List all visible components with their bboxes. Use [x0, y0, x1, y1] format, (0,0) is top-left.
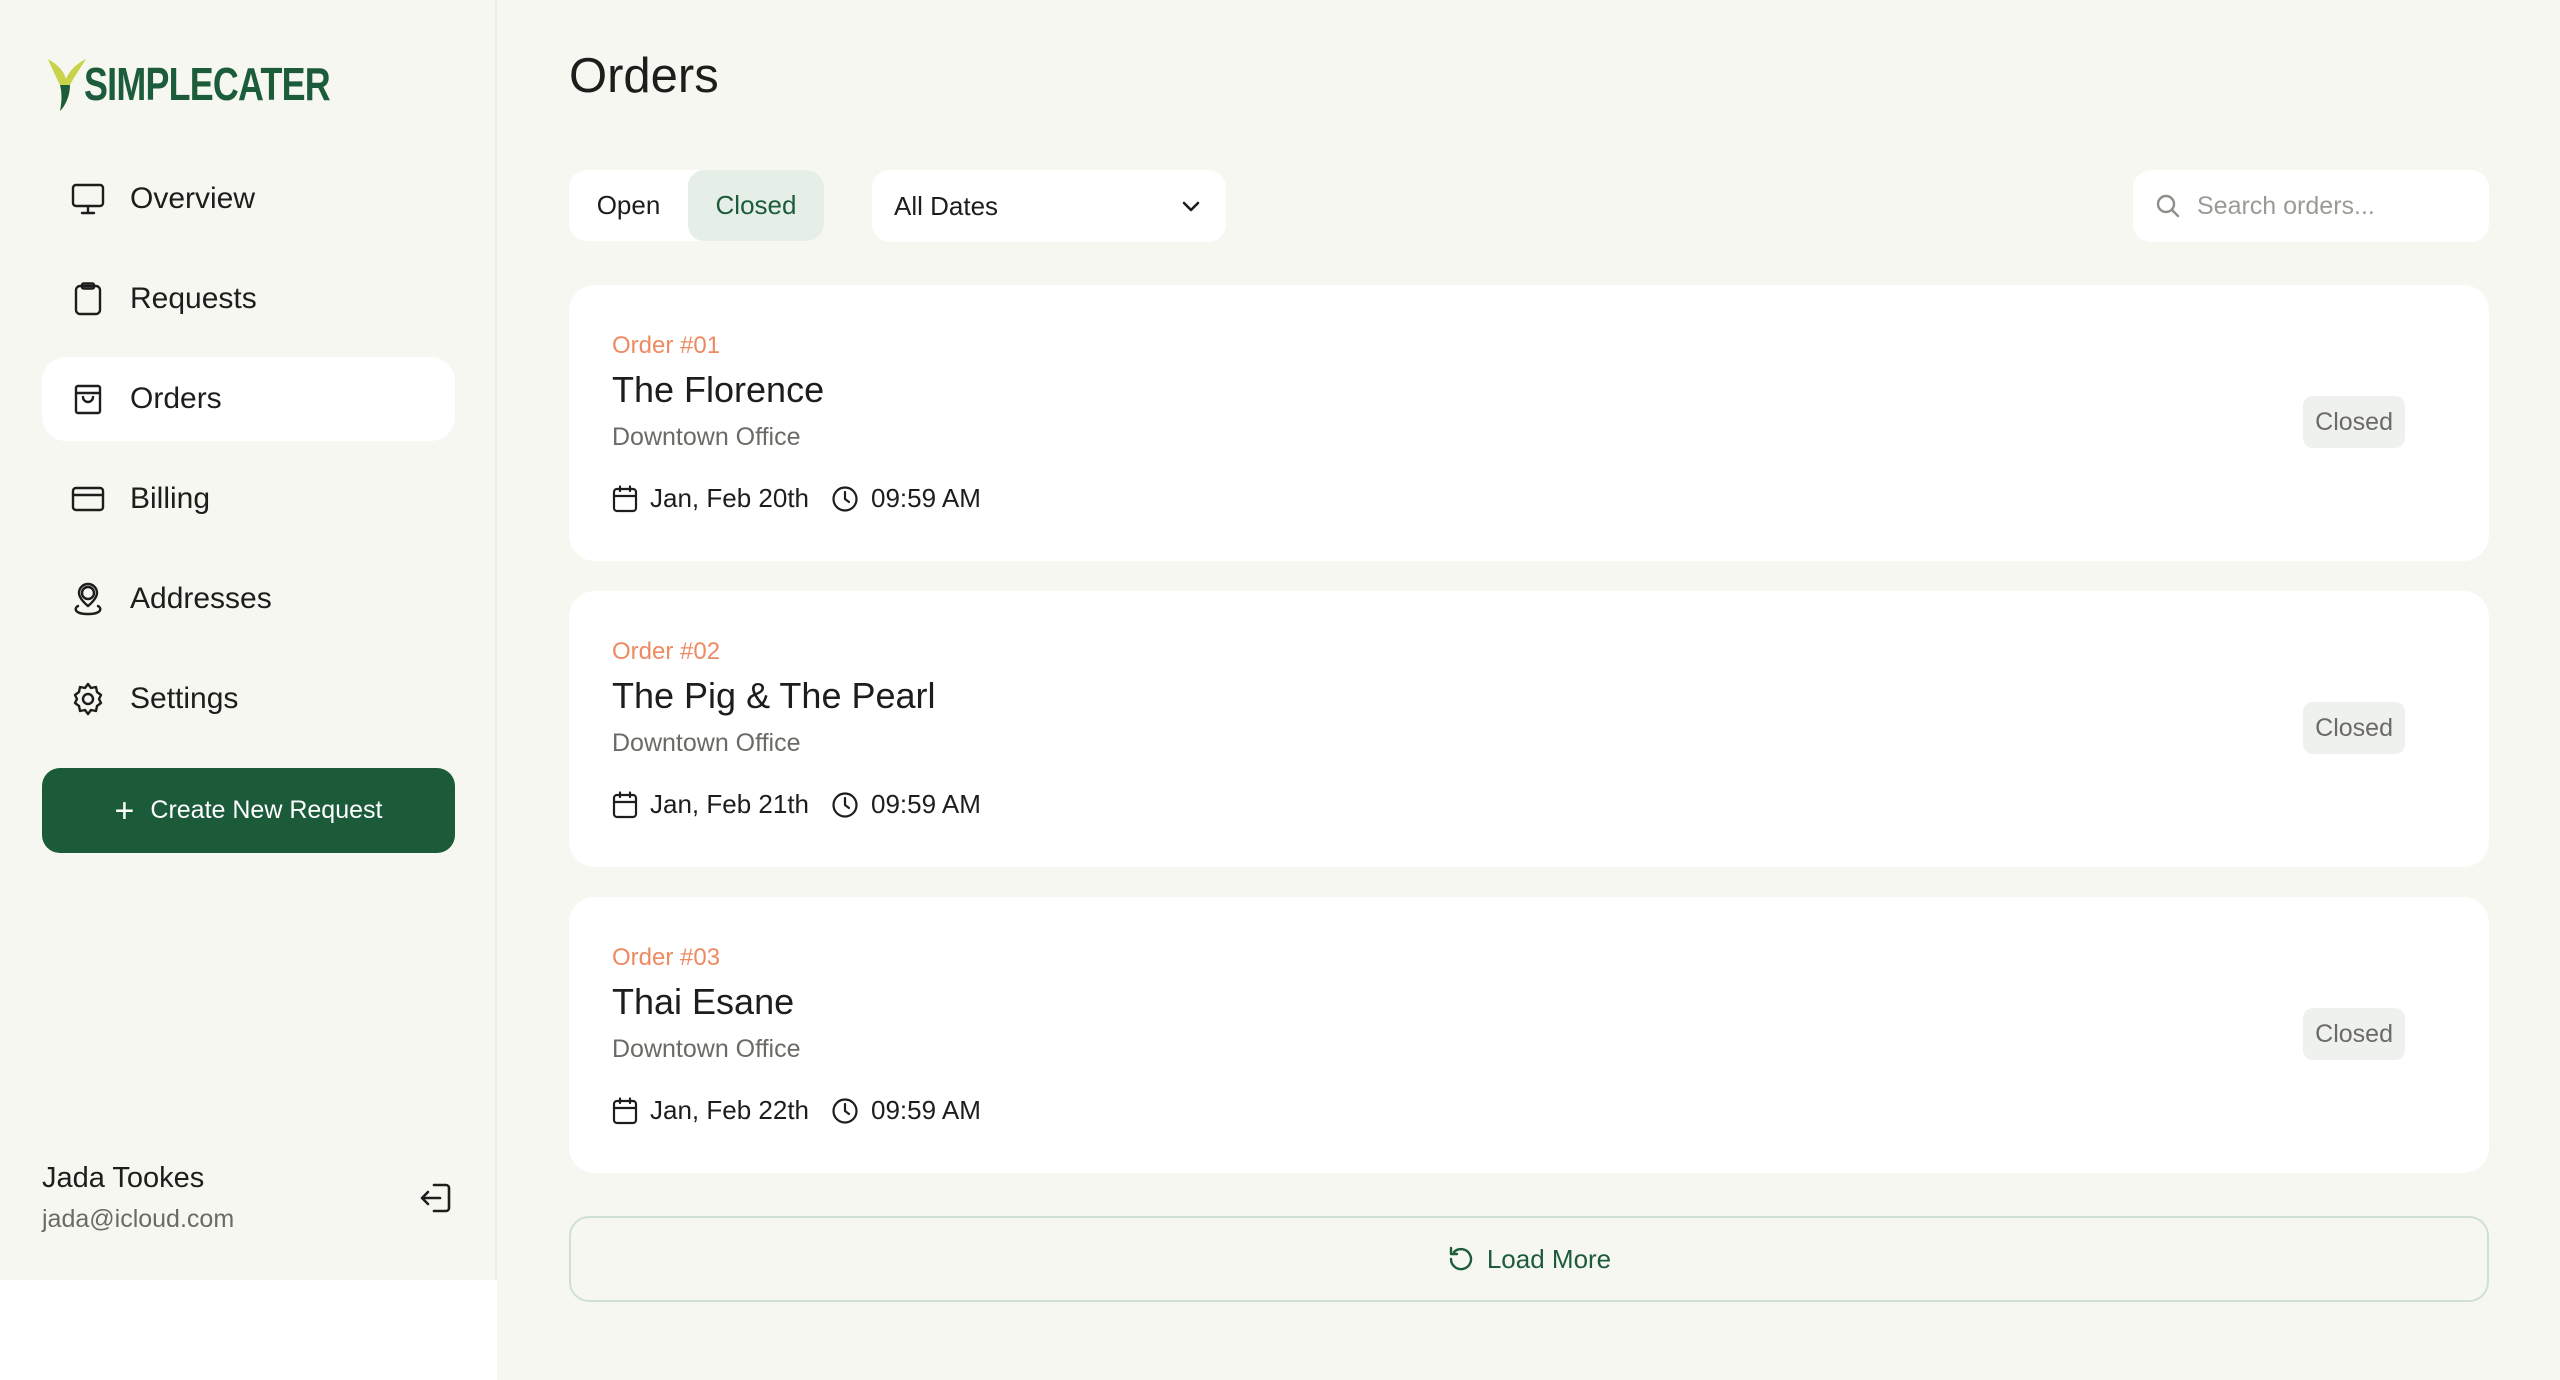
status-badge: Closed: [2303, 1008, 2405, 1060]
order-restaurant-name: The Pig & The Pearl: [612, 675, 936, 716]
tab-closed[interactable]: Closed: [688, 170, 824, 241]
status-filter-tabs: Open Closed: [569, 170, 824, 241]
create-new-request-button[interactable]: + Create New Request: [42, 768, 455, 853]
order-date-text: Jan, Feb 21th: [650, 789, 809, 819]
sidebar-item-orders[interactable]: Orders: [42, 357, 455, 441]
order-time: 09:59 AM: [831, 1095, 981, 1126]
brand-logo[interactable]: SIMPLECATER: [44, 54, 399, 114]
monitor-icon: [70, 181, 106, 217]
logout-icon[interactable]: [418, 1180, 454, 1216]
sidebar-nav: Overview Requests Orders Billing Address…: [42, 157, 455, 757]
order-time-text: 09:59 AM: [871, 1095, 981, 1125]
calendar-icon: [612, 790, 638, 818]
create-new-request-label: Create New Request: [150, 796, 383, 824]
clock-icon: [832, 1097, 858, 1124]
calendar-icon: [612, 484, 638, 512]
order-date: Jan, Feb 22th: [612, 1095, 809, 1126]
hummingbird-logo-icon: [48, 59, 86, 111]
order-date: Jan, Feb 21th: [612, 789, 809, 820]
order-date-text: Jan, Feb 22th: [650, 1095, 809, 1125]
clock-icon: [832, 791, 858, 818]
order-time-text: 09:59 AM: [871, 483, 981, 513]
order-number: Order #02: [612, 638, 721, 665]
status-badge: Closed: [2303, 702, 2405, 754]
order-time-text: 09:59 AM: [871, 789, 981, 819]
map-pin-icon: [70, 581, 106, 617]
status-badge: Closed: [2303, 396, 2405, 448]
order-number: Order #03: [612, 944, 721, 971]
chevron-down-icon: [1182, 201, 1200, 212]
search-input[interactable]: [2197, 191, 2477, 221]
sidebar-item-label: Orders: [130, 382, 222, 415]
order-meta: Jan, Feb 22th 09:59 AM: [612, 1095, 1003, 1126]
sidebar-item-billing[interactable]: Billing: [42, 457, 455, 541]
order-date: Jan, Feb 20th: [612, 483, 809, 514]
user-name: Jada Tookes: [42, 1162, 205, 1194]
sidebar-item-label: Requests: [130, 282, 257, 315]
order-number: Order #01: [612, 332, 721, 359]
order-card[interactable]: Order #02 The Pig & The Pearl Downtown O…: [569, 591, 2489, 867]
order-restaurant-name: Thai Esane: [612, 981, 795, 1022]
load-more-button[interactable]: Load More: [569, 1216, 2489, 1302]
order-location: Downtown Office: [612, 1035, 801, 1063]
refresh-icon: [1449, 1246, 1473, 1271]
load-more-label: Load More: [1486, 1243, 1612, 1274]
order-location: Downtown Office: [612, 729, 801, 757]
orders-list: Order #01 The Florence Downtown Office J…: [569, 285, 2489, 1203]
date-filter-dropdown[interactable]: All Dates: [872, 170, 1226, 242]
gear-icon: [70, 681, 106, 717]
sidebar-item-addresses[interactable]: Addresses: [42, 557, 455, 641]
order-time: 09:59 AM: [831, 789, 981, 820]
plus-icon: +: [114, 791, 135, 830]
sidebar-item-settings[interactable]: Settings: [42, 657, 455, 741]
sidebar-item-label: Billing: [130, 482, 211, 515]
clipboard-icon: [70, 281, 106, 317]
sidebar-item-label: Settings: [130, 682, 239, 715]
credit-card-icon: [70, 481, 106, 517]
order-time: 09:59 AM: [831, 483, 981, 514]
sidebar-footer-area: [0, 1280, 497, 1380]
order-meta: Jan, Feb 21th 09:59 AM: [612, 789, 1003, 820]
sidebar-item-label: Overview: [130, 182, 256, 215]
date-filter-value: All Dates: [894, 190, 999, 221]
order-date-text: Jan, Feb 20th: [650, 483, 809, 513]
order-card[interactable]: Order #01 The Florence Downtown Office J…: [569, 285, 2489, 561]
sidebar-item-requests[interactable]: Requests: [42, 257, 455, 341]
user-email: jada@icloud.com: [42, 1205, 235, 1233]
brand-name: SIMPLECATER: [84, 58, 331, 110]
calendar-icon: [612, 1096, 638, 1124]
sidebar: SIMPLECATER Overview Requests Orders Bil…: [0, 0, 497, 1280]
order-location: Downtown Office: [612, 423, 801, 451]
clock-icon: [832, 485, 858, 512]
shopping-bag-icon: [70, 381, 106, 417]
order-restaurant-name: The Florence: [612, 369, 825, 410]
user-profile: Jada Tookes jada@icloud.com: [42, 1162, 234, 1234]
sidebar-item-label: Addresses: [130, 582, 272, 615]
search-icon: [2156, 194, 2180, 218]
tab-open[interactable]: Open: [569, 170, 688, 241]
search-box: [2133, 170, 2489, 242]
order-meta: Jan, Feb 20th 09:59 AM: [612, 483, 1003, 514]
page-title: Orders: [569, 49, 719, 103]
order-card[interactable]: Order #03 Thai Esane Downtown Office Jan…: [569, 897, 2489, 1173]
sidebar-item-overview[interactable]: Overview: [42, 157, 455, 241]
